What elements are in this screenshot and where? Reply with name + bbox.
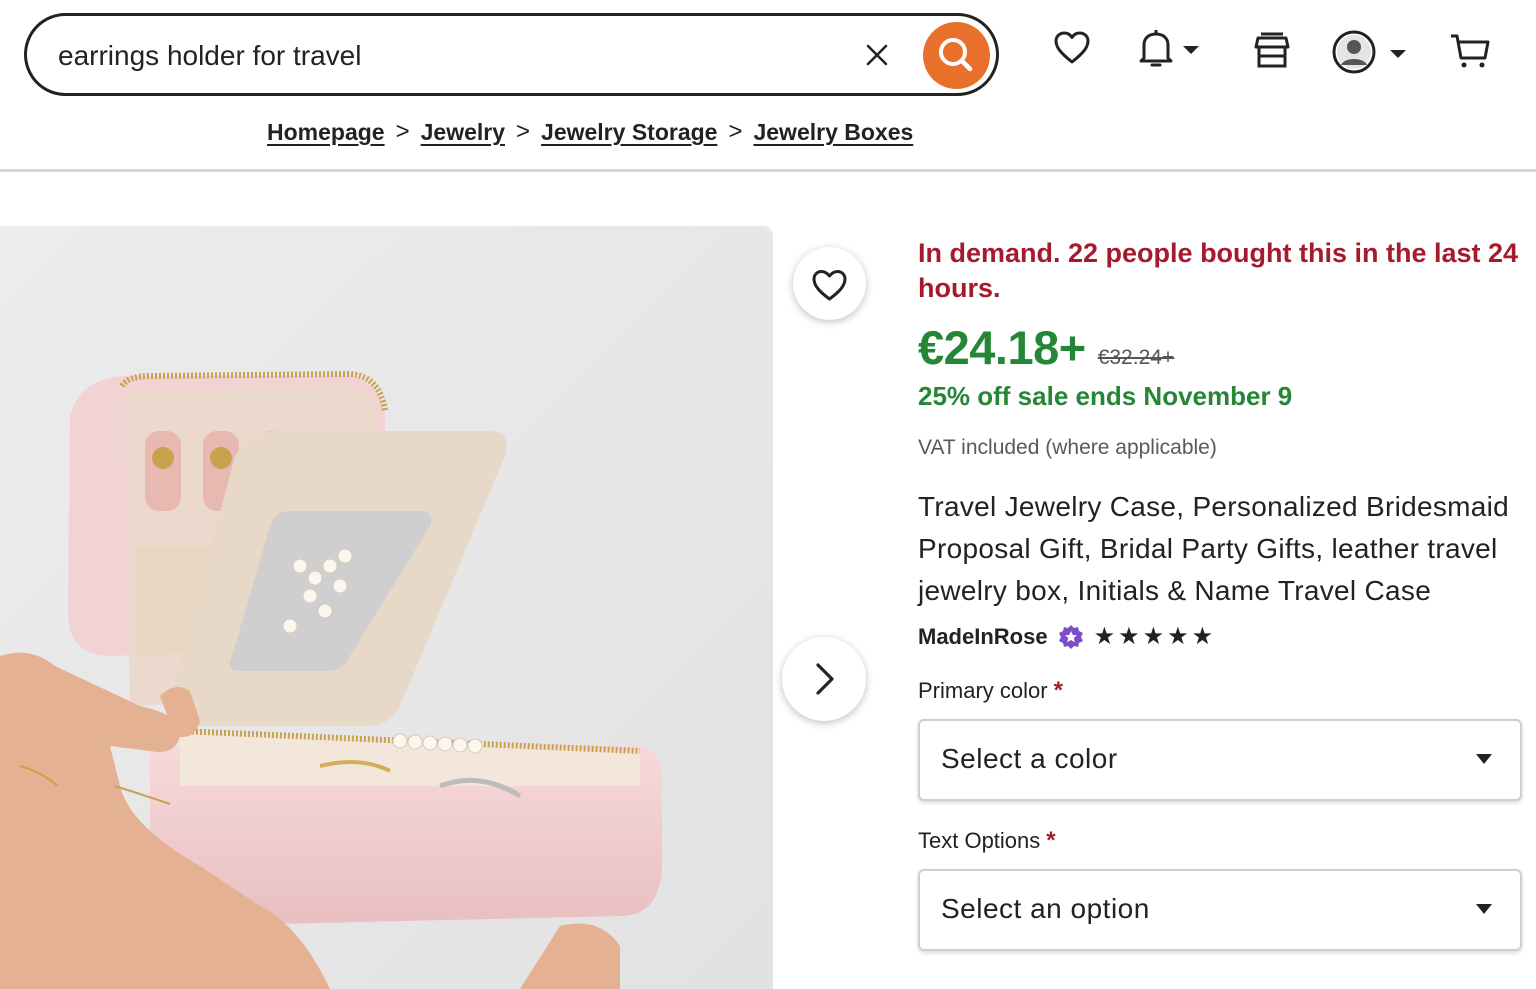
site-header: Homepage > Jewelry > Jewelry Storage > J… [0, 0, 1536, 172]
rating-stars: ★★★★★ [1093, 623, 1217, 650]
dropdown-caret-icon [1476, 754, 1492, 764]
product-image[interactable] [0, 226, 773, 989]
cart-button[interactable] [1448, 28, 1492, 77]
sale-price: €24.18+ [918, 321, 1086, 374]
sale-notice: 25% off sale ends November 9 [918, 381, 1293, 411]
primary-color-select-value: Select a color [941, 743, 1118, 774]
cart-icon [1451, 34, 1490, 68]
search-button[interactable] [923, 22, 990, 89]
text-options-select[interactable]: Select an option [918, 869, 1522, 951]
vat-notice: VAT included (where applicable) [918, 436, 1217, 459]
price-row: €24.18+ €32.24+ [918, 320, 1528, 375]
breadcrumb: Homepage > Jewelry > Jewelry Storage > J… [267, 116, 913, 148]
shop-name-link[interactable]: MadeInRose [918, 624, 1048, 650]
clear-search-button[interactable] [859, 37, 895, 73]
shop-icon [1254, 32, 1290, 68]
chevron-right-icon [816, 663, 834, 695]
heart-icon [1054, 31, 1090, 64]
text-options-label: Text Options * [918, 827, 1528, 855]
required-marker: * [1046, 827, 1056, 854]
breadcrumb-link-jewelry[interactable]: Jewelry [421, 119, 505, 146]
jewelry-case-photo [0, 226, 773, 989]
favorites-button[interactable] [1052, 28, 1092, 73]
notification-bell-icon [1139, 30, 1199, 67]
breadcrumb-separator: > [728, 118, 743, 145]
text-options-select-value: Select an option [941, 893, 1150, 924]
next-image-button[interactable] [782, 637, 866, 721]
close-icon [866, 44, 888, 66]
in-demand-notice: In demand. 22 people bought this in the … [918, 238, 1519, 303]
search-bar[interactable] [24, 13, 999, 96]
product-info: In demand. 22 people bought this in the … [918, 236, 1528, 951]
breadcrumb-link-jewelry-boxes[interactable]: Jewelry Boxes [753, 119, 913, 146]
primary-color-select[interactable]: Select a color [918, 719, 1522, 801]
account-avatar-icon [1332, 30, 1406, 74]
account-button[interactable] [1332, 28, 1412, 81]
search-input[interactable] [58, 36, 838, 76]
notifications-button[interactable] [1136, 28, 1216, 77]
shop-manager-button[interactable] [1252, 28, 1292, 77]
dropdown-caret-icon [1476, 904, 1492, 914]
search-icon [939, 38, 973, 72]
breadcrumb-link-jewelry-storage[interactable]: Jewelry Storage [541, 119, 717, 146]
original-price: €32.24+ [1097, 346, 1175, 369]
text-options-label-text: Text Options [918, 828, 1041, 853]
breadcrumb-link-homepage[interactable]: Homepage [267, 119, 385, 146]
heart-icon [812, 270, 847, 301]
primary-color-label: Primary color * [918, 677, 1528, 705]
product-title: Travel Jewelry Case, Personalized Brides… [918, 491, 1510, 606]
shop-row: MadeInRose ★★★★★ [918, 622, 1528, 651]
primary-color-label-text: Primary color [918, 678, 1048, 703]
add-to-favorites-button[interactable] [793, 247, 866, 320]
star-seller-badge-icon [1058, 624, 1083, 649]
breadcrumb-separator: > [395, 118, 410, 145]
breadcrumb-separator: > [516, 118, 531, 145]
required-marker: * [1053, 677, 1063, 704]
